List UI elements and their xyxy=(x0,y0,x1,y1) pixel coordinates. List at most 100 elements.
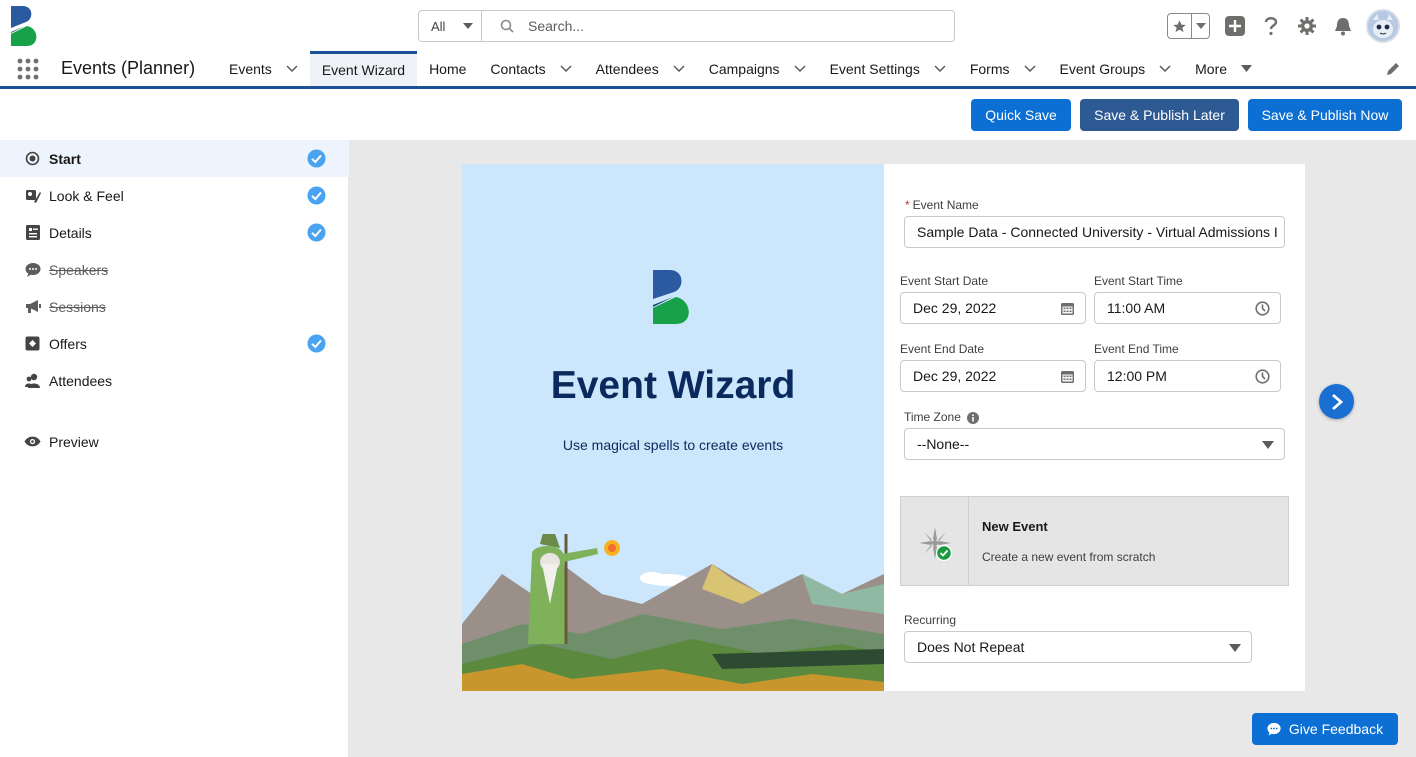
nav-tab-label: Contacts xyxy=(490,60,546,77)
megaphone-icon xyxy=(24,298,41,315)
global-search: All xyxy=(418,10,955,42)
nav-tab-label: More xyxy=(1195,60,1228,77)
offer-icon xyxy=(24,335,41,352)
nav-tab-event-groups[interactable]: Event Groups xyxy=(1048,51,1184,86)
nav-tab-more[interactable]: More xyxy=(1183,51,1264,86)
nav-tab-event-wizard[interactable]: Event Wizard xyxy=(309,51,418,86)
check-circle-icon xyxy=(307,149,326,168)
start-date-field[interactable]: Dec 29, 2022 xyxy=(900,292,1086,324)
search-scope-dropdown[interactable]: All xyxy=(419,11,482,41)
step-label: Sessions xyxy=(49,298,106,315)
timezone-label-text: Time Zone xyxy=(904,410,961,424)
calendar-icon[interactable] xyxy=(1060,301,1075,316)
step-look-and-feel[interactable]: Look & Feel xyxy=(0,177,349,214)
wizard-main: Event Wizard Use magical spells to creat… xyxy=(349,140,1416,757)
chevron-down-icon[interactable] xyxy=(560,65,572,72)
clock-icon[interactable] xyxy=(1255,301,1270,316)
recurring-select[interactable]: Does Not Repeat xyxy=(904,631,1252,663)
people-icon xyxy=(24,372,41,389)
gear-icon[interactable] xyxy=(1296,15,1318,37)
nav-tab-events[interactable]: Events xyxy=(217,51,310,86)
nav-tab-event-settings[interactable]: Event Settings xyxy=(818,51,958,86)
nav-tab-label: Home xyxy=(429,60,467,77)
end-time-field[interactable]: 12:00 PM xyxy=(1094,360,1281,392)
nav-tab-campaigns[interactable]: Campaigns xyxy=(697,51,818,86)
pencil-icon[interactable] xyxy=(1386,62,1400,76)
end-time-value: 12:00 PM xyxy=(1107,368,1167,384)
app-launcher-icon[interactable] xyxy=(17,58,39,80)
start-date-label: Event Start Date xyxy=(900,274,989,288)
step-offers[interactable]: Offers xyxy=(0,325,349,362)
star-icon[interactable] xyxy=(1168,14,1192,38)
step-label: Details xyxy=(49,224,92,241)
recurring-label: Recurring xyxy=(904,613,957,627)
favorites-menu-icon[interactable] xyxy=(1192,23,1209,29)
app-logo[interactable] xyxy=(9,6,39,46)
nav-tab-label: Attendees xyxy=(595,60,659,77)
nav-tab-label: Event Groups xyxy=(1059,60,1146,77)
bell-icon[interactable] xyxy=(1332,15,1354,37)
save-publish-now-button[interactable]: Save & Publish Now xyxy=(1248,99,1402,131)
nav-tab-forms[interactable]: Forms xyxy=(958,51,1048,86)
step-start[interactable]: Start xyxy=(0,140,349,177)
calendar-icon[interactable] xyxy=(1060,369,1075,384)
save-publish-later-button[interactable]: Save & Publish Later xyxy=(1080,99,1239,131)
nav-tab-label: Event Settings xyxy=(829,60,920,77)
step-attendees[interactable]: Attendees xyxy=(0,362,349,399)
nav-tab-attendees[interactable]: Attendees xyxy=(584,51,697,86)
nav-tab-contacts[interactable]: Contacts xyxy=(478,51,583,86)
start-time-label: Event Start Time xyxy=(1094,274,1183,288)
app-name: Events (Planner) xyxy=(61,58,196,78)
brand-logo xyxy=(653,270,689,324)
wizard-card: Event Wizard Use magical spells to creat… xyxy=(462,164,1305,691)
timezone-select[interactable]: --None-- xyxy=(904,428,1285,460)
event-name-field[interactable]: Sample Data - Connected University - Vir… xyxy=(904,216,1285,248)
nav-tab-label: Event Wizard xyxy=(321,62,406,78)
end-date-value: Dec 29, 2022 xyxy=(913,368,997,384)
step-speakers: Speakers xyxy=(0,251,349,288)
help-icon[interactable] xyxy=(1260,15,1282,37)
preview-label: Preview xyxy=(49,433,99,450)
give-feedback-button[interactable]: Give Feedback xyxy=(1252,713,1398,745)
new-event-description: Create a new event from scratch xyxy=(982,550,1156,564)
step-label: Start xyxy=(49,150,81,167)
chevron-right-icon xyxy=(1331,393,1343,410)
chevron-down-icon[interactable] xyxy=(1023,65,1036,72)
start-time-field[interactable]: 11:00 AM xyxy=(1094,292,1281,324)
details-icon xyxy=(24,224,41,241)
required-marker: * xyxy=(905,198,910,212)
hero-subtitle: Use magical spells to create events xyxy=(562,437,784,453)
chevron-down-icon xyxy=(463,23,473,29)
quick-save-button[interactable]: Quick Save xyxy=(971,99,1071,131)
new-event-option[interactable]: New Event Create a new event from scratc… xyxy=(900,496,1289,586)
add-icon[interactable] xyxy=(1224,15,1246,37)
check-circle-icon xyxy=(307,223,326,242)
chevron-down-icon[interactable] xyxy=(934,65,946,72)
step-details[interactable]: Details xyxy=(0,214,349,251)
search-scope-label: All xyxy=(431,18,446,34)
chevron-down-icon[interactable] xyxy=(286,65,298,72)
favorites-button[interactable] xyxy=(1167,13,1210,39)
avatar[interactable] xyxy=(1366,9,1400,43)
check-circle-icon xyxy=(307,186,326,205)
next-step-button[interactable] xyxy=(1319,384,1354,419)
give-feedback-label: Give Feedback xyxy=(1288,721,1384,737)
eye-icon xyxy=(24,433,41,450)
search-input[interactable] xyxy=(528,18,928,34)
info-icon[interactable] xyxy=(966,411,979,424)
chevron-down-icon[interactable] xyxy=(794,65,806,72)
nav-tab-home[interactable]: Home xyxy=(417,51,478,86)
start-time-value: 11:00 AM xyxy=(1107,300,1166,316)
app-nav-bar: Events (Planner) Events Event Wizard Hom… xyxy=(0,51,1416,89)
wizard-hero: Event Wizard Use magical spells to creat… xyxy=(462,164,884,691)
chevron-down-icon[interactable] xyxy=(1159,65,1171,72)
clock-icon[interactable] xyxy=(1255,369,1270,384)
preview-link[interactable]: Preview xyxy=(0,423,349,460)
caret-down-icon[interactable] xyxy=(1241,65,1253,72)
end-date-field[interactable]: Dec 29, 2022 xyxy=(900,360,1086,392)
header-utilities xyxy=(1167,9,1400,43)
chat-icon xyxy=(1267,722,1281,736)
chevron-down-icon[interactable] xyxy=(673,65,685,72)
step-label: Speakers xyxy=(49,261,109,278)
nav-tab-label: Campaigns xyxy=(708,60,780,77)
